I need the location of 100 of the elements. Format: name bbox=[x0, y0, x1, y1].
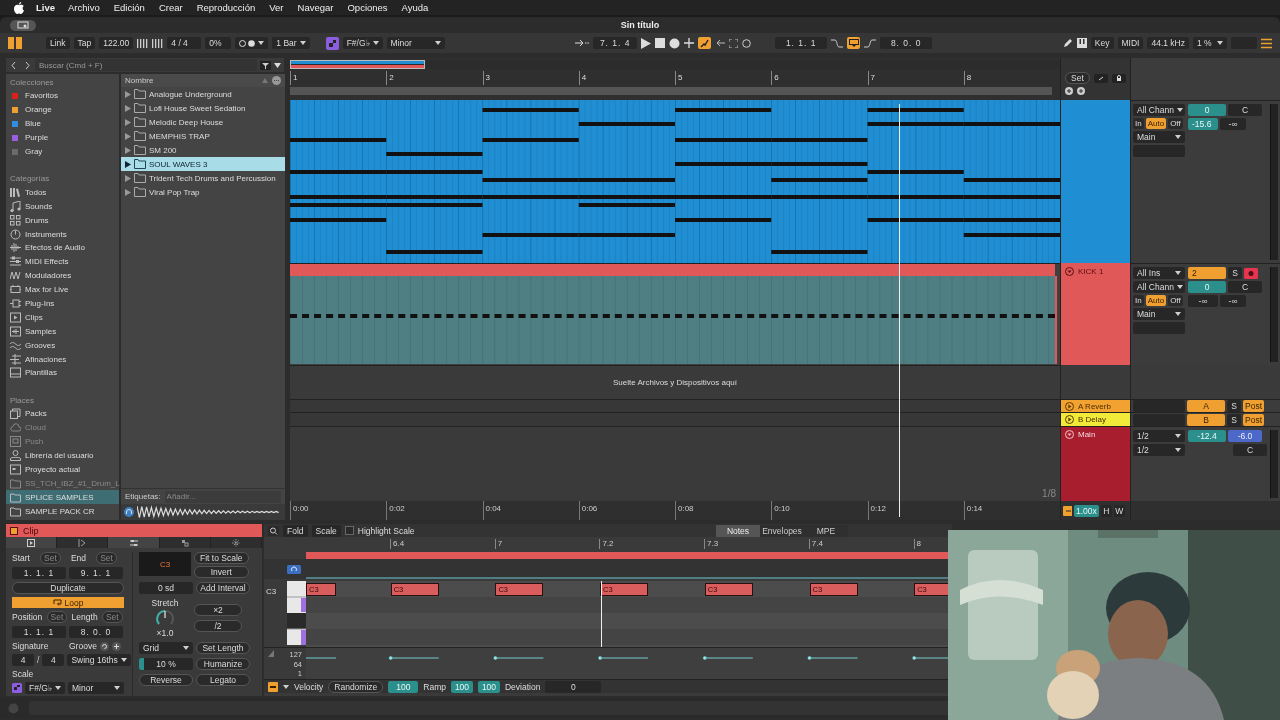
apple-icon[interactable] bbox=[14, 1, 24, 14]
tempo-field[interactable]: 122.00 bbox=[99, 37, 134, 49]
set-button[interactable]: Set bbox=[1065, 72, 1090, 84]
invert-button[interactable]: Invert bbox=[194, 566, 249, 578]
back-icon[interactable] bbox=[10, 60, 18, 70]
duplicate-button[interactable]: Duplicate bbox=[12, 582, 124, 594]
midi-clip[interactable] bbox=[290, 264, 1057, 364]
add-icon[interactable] bbox=[1077, 87, 1085, 95]
volume-field[interactable]: -12.4 bbox=[1188, 430, 1226, 442]
editor-tab[interactable]: Envelopes bbox=[760, 524, 804, 537]
menu-item[interactable]: Reproducción bbox=[196, 2, 256, 13]
monitor-button[interactable]: Off bbox=[1168, 295, 1183, 306]
folder-row[interactable]: Analogue Underground bbox=[121, 87, 285, 101]
width-button[interactable]: W bbox=[1113, 504, 1125, 517]
menu-item[interactable]: Edición bbox=[113, 2, 145, 13]
length-field[interactable]: 8. 0. 0 bbox=[69, 626, 123, 638]
signature-numerator-field[interactable]: 4 bbox=[12, 654, 34, 666]
randomize-button[interactable]: Randomize bbox=[328, 680, 384, 693]
folder-row[interactable]: Viral Pop Trap bbox=[121, 185, 285, 199]
midi-map-button[interactable]: MIDI bbox=[1117, 37, 1144, 49]
sample-rate-label[interactable]: 44.1 kHz bbox=[1147, 37, 1189, 49]
deviation-field[interactable]: 0 bbox=[545, 680, 602, 693]
editor-tab[interactable]: MPE bbox=[804, 524, 848, 537]
send-field[interactable] bbox=[1133, 413, 1185, 426]
start-field[interactable]: 1. 1. 1 bbox=[12, 567, 66, 579]
midi-clip[interactable] bbox=[290, 100, 1060, 263]
hot-swap-icon[interactable] bbox=[99, 641, 109, 651]
category-item[interactable]: Instruments bbox=[6, 227, 119, 241]
fit-to-scale-button[interactable]: Fit to Scale bbox=[194, 552, 249, 564]
ramp-start-field[interactable]: 100 bbox=[451, 680, 473, 693]
metronome-button[interactable] bbox=[235, 37, 269, 49]
back-arrow-icon[interactable] bbox=[715, 39, 726, 47]
track-header[interactable]: Main bbox=[1060, 426, 1130, 501]
pencil-icon[interactable] bbox=[1062, 38, 1073, 48]
place-item[interactable]: SAMPLE PACK CR bbox=[6, 504, 119, 519]
track-header[interactable]: KICK 1 bbox=[1060, 263, 1130, 365]
volume-field[interactable]: 0 bbox=[1188, 281, 1226, 293]
fullscreen-icon[interactable] bbox=[729, 38, 739, 48]
send-field[interactable] bbox=[1133, 400, 1185, 412]
automation-arm-button[interactable] bbox=[698, 37, 712, 49]
cue-volume-field[interactable]: -6.0 bbox=[1228, 430, 1262, 442]
place-item[interactable]: Librería del usuario bbox=[6, 448, 119, 463]
scale-button[interactable]: Scale bbox=[311, 524, 341, 537]
monitor-button[interactable]: In bbox=[1133, 118, 1144, 129]
follow-toggle-icon[interactable] bbox=[1063, 505, 1072, 516]
scale-mode-dropdown[interactable]: Minor bbox=[68, 682, 124, 694]
interval-field[interactable]: 0 sd bbox=[139, 582, 193, 594]
pan-field[interactable]: C bbox=[1228, 104, 1262, 116]
scale-root-dropdown[interactable]: F#/G♭ bbox=[25, 682, 65, 694]
plus-icon[interactable] bbox=[684, 38, 695, 48]
folder-row[interactable]: Trident Tech Drums and Percussion bbox=[121, 171, 285, 185]
output-dropdown[interactable]: Main bbox=[1133, 308, 1185, 320]
fold-button[interactable]: Fold bbox=[283, 524, 308, 537]
position-field[interactable]: 7. 1. 4 bbox=[593, 37, 638, 49]
peak-meter-value[interactable]: -∞ bbox=[1220, 295, 1246, 307]
track-activator-button[interactable]: 2 bbox=[1188, 267, 1226, 279]
nudge-icon[interactable] bbox=[137, 38, 164, 48]
menu-item[interactable]: Ver bbox=[269, 2, 284, 13]
place-item[interactable]: SPLICE SAMPLES bbox=[6, 490, 119, 505]
reverse-button[interactable]: Reverse bbox=[139, 674, 193, 686]
send-mode-button[interactable]: Post bbox=[1243, 400, 1264, 412]
loop-start-field[interactable]: 1. 1. 1 bbox=[775, 37, 828, 49]
track-header[interactable]: B Delay bbox=[1060, 412, 1130, 426]
category-item[interactable]: Moduladores bbox=[6, 268, 119, 283]
humanize-amount-slider[interactable]: 10 % bbox=[139, 658, 193, 670]
scale-icon[interactable] bbox=[12, 683, 22, 693]
collection-item[interactable]: Purple bbox=[6, 130, 119, 145]
category-item[interactable]: Plantillas bbox=[6, 366, 119, 380]
app-menu[interactable]: Live bbox=[36, 2, 55, 13]
groove-amount-field[interactable]: 0% bbox=[205, 37, 232, 49]
category-item[interactable]: Plug-Ins bbox=[6, 296, 119, 311]
category-item[interactable]: Drums bbox=[6, 213, 119, 228]
input-channel-dropdown[interactable]: All Chann bbox=[1133, 104, 1185, 116]
grid-dropdown[interactable]: Grid bbox=[139, 642, 193, 654]
collection-item[interactable]: Favoritos bbox=[6, 89, 119, 103]
punch-in-icon[interactable] bbox=[831, 38, 844, 48]
expand-view-icon[interactable] bbox=[1093, 73, 1108, 83]
category-item[interactable]: Todos bbox=[6, 185, 119, 200]
search-icon[interactable] bbox=[268, 525, 279, 536]
monitor-button[interactable]: Off bbox=[1168, 118, 1183, 129]
track-activator-button[interactable]: B bbox=[1187, 413, 1225, 426]
menu-item[interactable]: Navegar bbox=[297, 2, 334, 13]
end-field[interactable]: 9. 1. 1 bbox=[69, 567, 123, 579]
folder-row[interactable]: SOUL WAVES 3 bbox=[121, 157, 285, 171]
category-item[interactable]: Samples bbox=[6, 324, 119, 339]
add-icon[interactable] bbox=[1065, 87, 1073, 95]
play-icon[interactable] bbox=[641, 37, 652, 49]
category-item[interactable]: Max for Live bbox=[6, 282, 119, 297]
main-out-dropdown[interactable]: 1/2 bbox=[1133, 444, 1185, 456]
stretch-knob[interactable] bbox=[155, 609, 175, 627]
forward-icon[interactable] bbox=[23, 60, 31, 70]
folder-row[interactable]: Lofi House Sweet Sedation bbox=[121, 101, 285, 115]
humanize-button[interactable]: Humanize bbox=[196, 658, 250, 670]
punch-out-icon[interactable] bbox=[864, 38, 877, 48]
place-item[interactable]: Proyecto actual bbox=[6, 462, 119, 477]
filter-icon[interactable] bbox=[260, 60, 271, 70]
pan-field[interactable]: C bbox=[1233, 444, 1267, 456]
play-circle-icon[interactable] bbox=[1065, 401, 1074, 411]
randomize-field[interactable]: 100 bbox=[388, 680, 419, 693]
circle-icon[interactable] bbox=[742, 38, 752, 48]
